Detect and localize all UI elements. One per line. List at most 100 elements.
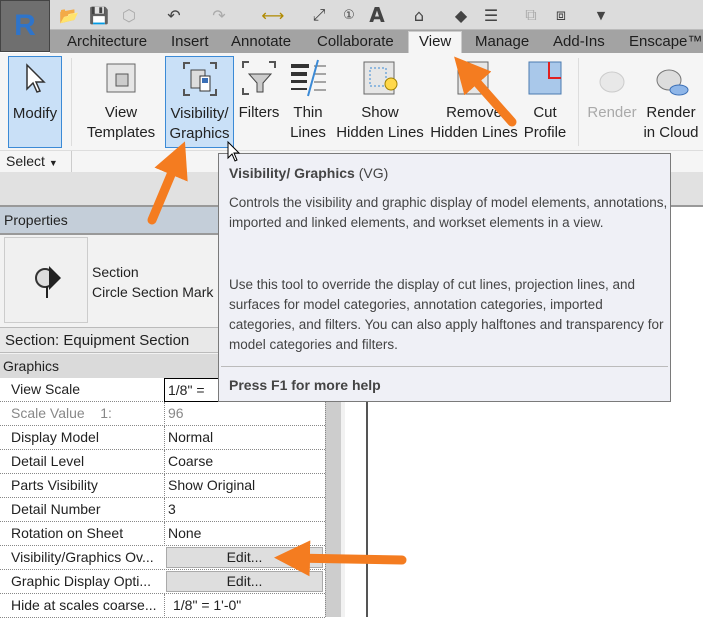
select-label: Select [6, 153, 45, 169]
filters-button[interactable]: Filters [236, 56, 282, 123]
prop-value[interactable]: Coarse [164, 450, 324, 474]
thin-lines-button[interactable]: Thin Lines [284, 56, 332, 143]
cut-profile-icon [525, 58, 565, 98]
prop-key: View Scale [11, 381, 81, 397]
modify-label: Modify [12, 105, 58, 122]
prop-row-detail-level: Detail Level Coarse [0, 450, 325, 474]
redo-icon[interactable]: ↷ [208, 4, 230, 26]
vg-overrides-edit-button[interactable]: Edit... [166, 547, 323, 568]
prop-row-vg-overrides: Visibility/Graphics Ov... Edit... [0, 546, 325, 570]
modify-button[interactable]: Modify [8, 56, 62, 148]
render-cloud-label-1: Render [646, 104, 696, 121]
section-icon[interactable]: ◆ [450, 4, 472, 26]
prop-key: Detail Level [11, 453, 85, 469]
tab-enscape[interactable]: Enscape™ [629, 33, 702, 50]
tag-icon[interactable]: ① [338, 4, 360, 26]
select-dropdown[interactable]: Select ▼ [6, 153, 58, 169]
switch-windows-icon[interactable]: ⧈ [550, 4, 572, 26]
prop-key: Hide at scales coarse... [11, 597, 157, 613]
tooltip-help: Press F1 for more help [229, 377, 381, 393]
remove-hidden-lines-icon [454, 58, 494, 98]
view-templates-icon [101, 58, 141, 98]
customize-icon[interactable]: ▼ [590, 4, 612, 26]
close-hidden-icon[interactable]: ⧉ [520, 4, 542, 26]
tooltip-description: Controls the visibility and graphic disp… [229, 195, 668, 230]
cut-profile-button[interactable]: Cut Profile [520, 56, 570, 143]
filters-label: Filters [238, 104, 280, 121]
prop-value: 96 [164, 402, 324, 426]
thin-lines-label-1: Thin [293, 104, 323, 121]
graphic-display-edit-button[interactable]: Edit... [166, 571, 323, 592]
remove-hidden-lines-button[interactable]: Remove Hidden Lines [429, 56, 519, 143]
tab-add-ins[interactable]: Add-Ins [553, 33, 605, 50]
ribbon-tabs: Architecture Insert Annotate Collaborate… [50, 30, 703, 53]
3d-view-icon[interactable]: ⌂ [408, 4, 430, 26]
app-menu-button[interactable]: R [0, 0, 50, 52]
prop-key: Rotation on Sheet [11, 525, 124, 541]
type-name[interactable]: Circle Section Mark [92, 284, 213, 300]
visibility-graphics-button[interactable]: Visibility/ Graphics [165, 56, 234, 148]
type-preview [4, 237, 88, 323]
revit-logo: R [14, 9, 36, 42]
cloud-teapot-icon [651, 58, 691, 98]
chevron-down-icon: ▼ [48, 158, 58, 168]
render-in-cloud-button[interactable]: Render in Cloud [642, 56, 700, 143]
teapot-icon [592, 58, 632, 98]
view-templates-button[interactable]: View Templates [82, 56, 160, 143]
view-templates-label-2: Templates [86, 124, 156, 141]
cursor-arrow-icon [15, 59, 55, 99]
tab-insert[interactable]: Insert [171, 33, 209, 50]
properties-scrollbar[interactable] [325, 378, 341, 617]
prop-key: Display Model [11, 429, 99, 445]
prop-key: Graphic Display Opti... [11, 573, 152, 589]
prop-value[interactable]: 1/8" = 1'-0" [164, 594, 324, 618]
prop-row-scale-value: Scale Value 1: 96 [0, 402, 325, 426]
tab-view[interactable]: View [408, 31, 463, 53]
thin-lines-icon[interactable]: ☰ [480, 4, 502, 26]
prop-value[interactable]: None [164, 522, 324, 546]
prop-value[interactable]: Normal [164, 426, 324, 450]
section-marker-icon [35, 266, 61, 298]
prop-row-rotation: Rotation on Sheet None [0, 522, 325, 546]
prop-key: Parts Visibility [11, 477, 98, 493]
measure-icon[interactable]: ⟷ [262, 4, 285, 26]
tab-architecture[interactable]: Architecture [67, 33, 147, 50]
filter-funnel-icon [239, 58, 279, 98]
tooltip-title: Visibility/ Graphics [229, 165, 355, 181]
show-hidden-lines-button[interactable]: Show Hidden Lines [334, 56, 426, 143]
prop-row-detail-number: Detail Number 3 [0, 498, 325, 522]
prop-row-hide-at-scales: Hide at scales coarse... 1/8" = 1'-0" [0, 594, 325, 618]
prop-key: Visibility/Graphics Ov... [11, 549, 154, 565]
show-hidden-lines-icon [360, 58, 400, 98]
tab-annotate[interactable]: Annotate [231, 33, 291, 50]
prop-row-graphic-display: Graphic Display Opti... Edit... [0, 570, 325, 594]
tooltip: Visibility/ Graphics (VG) Controls the v… [218, 153, 671, 402]
remove-hidden-label-2: Hidden Lines [430, 124, 518, 141]
ribbon-panel: Modify View Templates Visibility/ Graphi… [0, 53, 703, 150]
tab-manage[interactable]: Manage [475, 33, 529, 50]
visibility-graphics-label-1: Visibility/ [170, 105, 229, 122]
text-icon[interactable]: A [366, 3, 388, 27]
cut-profile-label-2: Profile [523, 124, 567, 141]
dimension-icon[interactable]: ⤢ [308, 4, 330, 26]
prop-value[interactable]: 3 [164, 498, 324, 522]
sync-icon[interactable]: ⬡ [118, 4, 140, 26]
thin-lines-icon [288, 58, 328, 98]
tooltip-detail: Use this tool to override the display of… [229, 277, 664, 352]
render-button[interactable]: Render [584, 56, 640, 123]
undo-icon[interactable]: ↶ [163, 4, 185, 26]
quick-access-toolbar: 📂 💾 ⬡ ↶ ↷ ⟷ ⤢ ① A ⌂ ◆ ☰ ⧉ ⧈ ▼ [0, 0, 703, 30]
show-hidden-label-1: Show [361, 104, 399, 121]
render-label: Render [587, 104, 637, 121]
prop-key: Detail Number [11, 501, 101, 517]
prop-row-parts-visibility: Parts Visibility Show Original [0, 474, 325, 498]
open-icon[interactable]: 📂 [58, 4, 80, 26]
thin-lines-label-2: Lines [290, 124, 326, 141]
view-templates-label-1: View [104, 104, 138, 121]
visibility-graphics-icon [180, 59, 220, 99]
prop-value[interactable]: Show Original [164, 474, 324, 498]
tooltip-shortcut: (VG) [358, 165, 389, 181]
tab-collaborate[interactable]: Collaborate [317, 33, 394, 50]
save-icon[interactable]: 💾 [88, 4, 110, 26]
type-family: Section [92, 264, 139, 280]
